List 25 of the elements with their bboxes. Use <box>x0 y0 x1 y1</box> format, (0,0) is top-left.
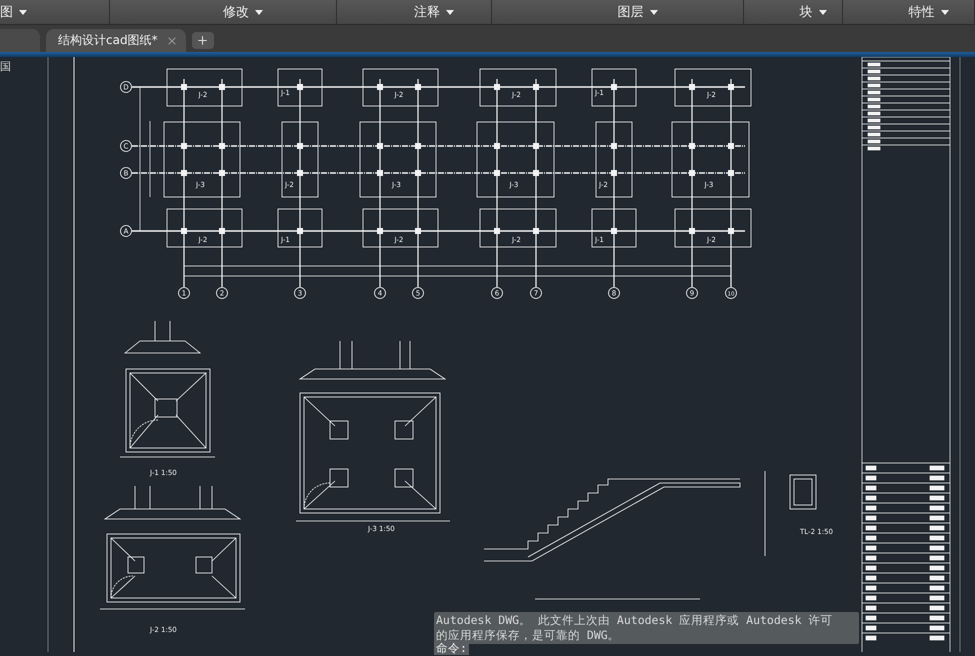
file-tab[interactable]: 结构设计cad图纸* <box>46 29 186 52</box>
footing-outline <box>278 208 322 248</box>
start-tab[interactable] <box>0 29 40 52</box>
caret-icon <box>818 10 826 14</box>
ribbon-panel-title[interactable]: 特性 <box>843 0 975 24</box>
caret-icon <box>255 10 263 14</box>
command-history-line: Autodesk DWG。 此文件上次由 Autodesk 应用程序或 Autodesk 许可 <box>436 613 834 628</box>
viewport-label[interactable]: 国 <box>0 59 11 74</box>
caret-icon <box>940 10 948 14</box>
ribbon-panel-title[interactable]: 注释 <box>337 0 492 24</box>
command-history-line: 的应用程序保存，是可靠的 DWG。 <box>436 628 621 642</box>
caret-icon <box>650 10 658 14</box>
ribbon-panel-title[interactable]: 块 <box>744 0 843 24</box>
close-icon[interactable] <box>166 34 178 46</box>
ribbon-panel-title[interactable]: 图层 <box>492 0 744 24</box>
command-prompt[interactable]: 命令: <box>434 641 469 655</box>
footing-outline <box>592 208 636 248</box>
new-tab-button[interactable] <box>192 32 214 49</box>
caret-icon <box>446 10 454 14</box>
caret-icon <box>19 10 27 14</box>
plus-icon <box>196 34 210 47</box>
ribbon-panel-title[interactable]: 图 <box>0 0 110 24</box>
footing-outline <box>278 68 322 106</box>
footing-outline <box>592 68 636 106</box>
ribbon-panel-title[interactable]: 修改 <box>110 0 337 24</box>
